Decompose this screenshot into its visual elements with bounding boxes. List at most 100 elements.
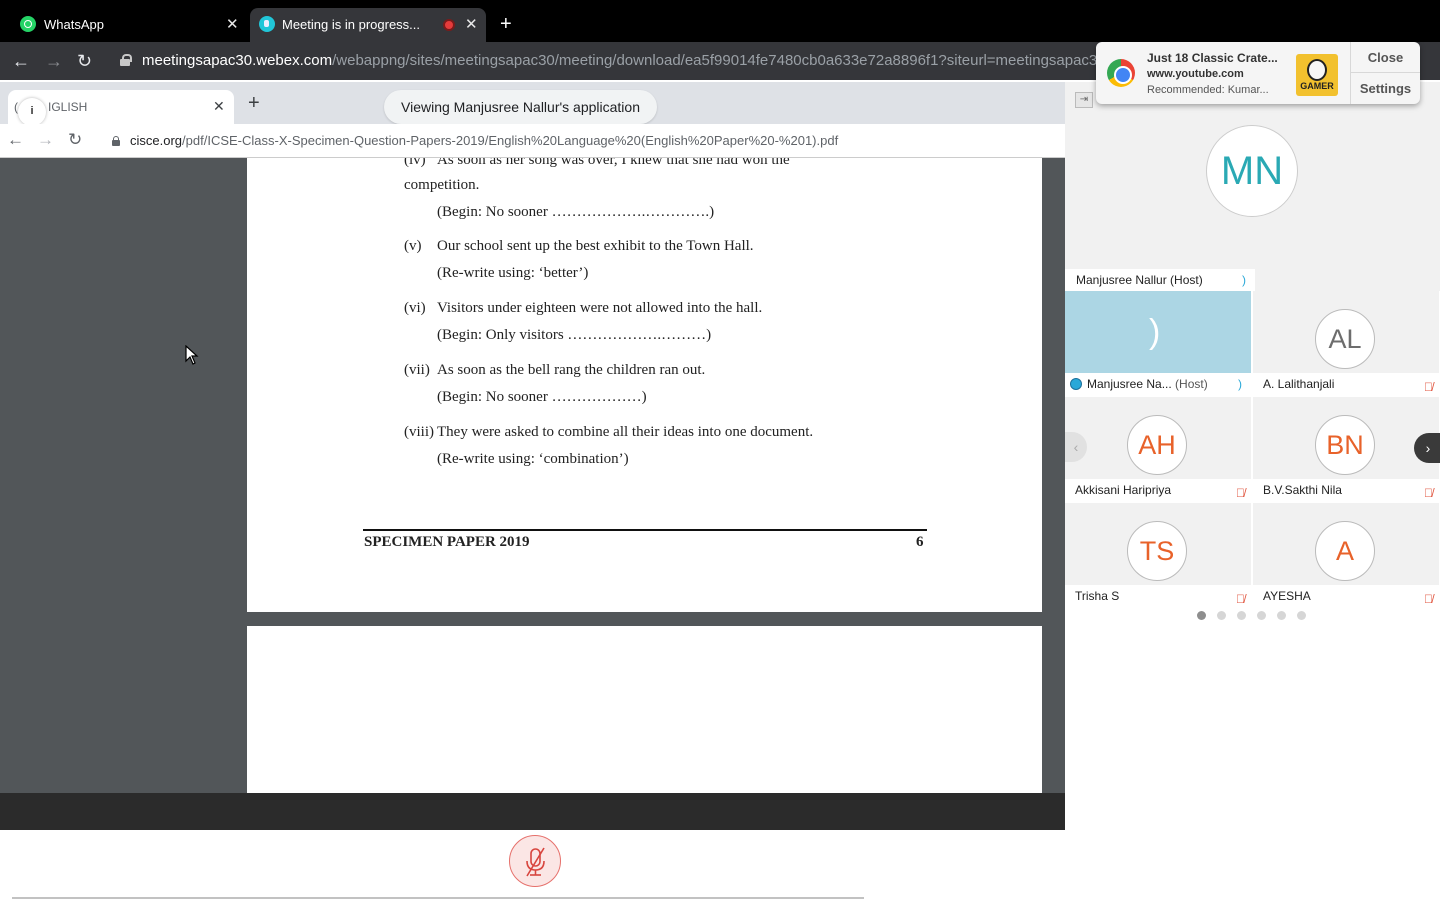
active-speaker-tile[interactable]: MN Manjusree Nallur (Host) ) bbox=[1065, 82, 1440, 291]
question-number: (viii) bbox=[404, 424, 434, 440]
whatsapp-icon bbox=[20, 16, 36, 32]
participant-name-label: Trisha S bbox=[1075, 589, 1120, 603]
participant-name-label: AYESHA bbox=[1263, 589, 1311, 603]
tab-title: IGLISH bbox=[48, 100, 88, 114]
participant-name: Trisha S 🎙̸ bbox=[1065, 585, 1251, 607]
avatar: AH bbox=[1127, 415, 1187, 475]
page-dot[interactable] bbox=[1217, 611, 1226, 620]
shared-address-bar: cisce.org/pdf/ICSE-Class-X-Specimen-Ques… bbox=[130, 133, 838, 148]
question-instruction: (Re-write using: ‘better’) bbox=[437, 265, 589, 281]
question-text: Our school sent up the best exhibit to t… bbox=[437, 238, 754, 254]
page-number: 6 bbox=[916, 534, 924, 550]
webex-icon bbox=[259, 16, 275, 32]
address-bar[interactable]: meetingsapac30.webex.com/webappng/sites/… bbox=[142, 52, 1096, 69]
mic-muted-icon: 🎙̸ bbox=[1424, 486, 1433, 500]
participant-name-label: Manjusree Na... bbox=[1087, 377, 1172, 391]
participant-tile[interactable]: AH Akkisani Haripriya 🎙̸ bbox=[1065, 397, 1251, 501]
tab-whatsapp[interactable]: WhatsApp ✕ bbox=[8, 8, 246, 42]
footer-title: SPECIMEN PAPER 2019 bbox=[364, 534, 530, 550]
page-dot[interactable] bbox=[1297, 611, 1306, 620]
url-path: /pdf/ICSE-Class-X-Specimen-Question-Pape… bbox=[182, 133, 839, 148]
question-instruction: (Begin: Only visitors ……………….………) bbox=[437, 327, 712, 343]
meeting-controls bbox=[0, 830, 1065, 900]
pdf-page bbox=[247, 626, 1042, 796]
mic-muted-icon bbox=[526, 847, 545, 877]
avatar: MN bbox=[1206, 125, 1298, 217]
url-host: meetingsapac30.webex.com bbox=[142, 52, 333, 69]
info-icon: i bbox=[18, 98, 46, 126]
participant-tile[interactable]: BN B.V.Sakthi Nila 🎙̸ bbox=[1253, 397, 1439, 501]
question-number: (v) bbox=[404, 238, 422, 254]
close-tab-icon[interactable]: ✕ bbox=[465, 15, 478, 33]
question-number: (iv) bbox=[404, 158, 426, 168]
reload-icon: ↻ bbox=[68, 130, 83, 149]
question-instruction: (Begin: No sooner ………………) bbox=[437, 389, 647, 405]
url-host: cisce.org bbox=[130, 133, 183, 148]
reload-icon[interactable]: ↻ bbox=[77, 51, 92, 72]
page-dot[interactable] bbox=[1277, 611, 1286, 620]
participant-name-label: Manjusree Nallur (Host) bbox=[1076, 273, 1203, 287]
tab-title: WhatsApp bbox=[44, 17, 104, 32]
participant-name: Manjusree Nallur (Host) ) bbox=[1065, 269, 1255, 291]
tab-title: Meeting is in progress... bbox=[282, 17, 421, 32]
mouse-cursor-icon bbox=[185, 345, 199, 365]
browser-notification: Just 18 Classic Crate... www.youtube.com… bbox=[1096, 42, 1420, 104]
mic-muted-icon: 🎙̸ bbox=[1236, 486, 1245, 500]
notification-title: Just 18 Classic Crate... bbox=[1147, 51, 1278, 65]
forward-arrow-icon[interactable]: → bbox=[45, 51, 63, 72]
participant-tile[interactable]: AL A. Lalithanjali 🎙̸ bbox=[1253, 291, 1439, 395]
collapse-panel-icon[interactable]: ⇥ bbox=[1075, 92, 1093, 108]
settings-button[interactable]: Settings bbox=[1351, 73, 1420, 104]
page-indicator bbox=[1197, 611, 1306, 620]
browser-tab-bar: WhatsApp ✕ Meeting is in progress... ✕ + bbox=[0, 0, 1440, 46]
pdf-page: (iv) As soon as her song was over, I kne… bbox=[247, 158, 1042, 612]
gamer-logo-icon bbox=[1307, 59, 1327, 81]
participant-name: Akkisani Haripriya 🎙̸ bbox=[1065, 479, 1251, 501]
new-tab-icon[interactable]: + bbox=[500, 13, 512, 36]
participant-tile[interactable]: TS Trisha S 🎙̸ bbox=[1065, 503, 1251, 607]
status-dot-icon bbox=[1070, 378, 1082, 390]
question-text: Visitors under eighteen were not allowed… bbox=[437, 300, 763, 316]
divider bbox=[12, 897, 864, 899]
shared-screen: ( IGLISH ✕ i + Viewing Manjusree Nallur'… bbox=[0, 82, 1065, 830]
forward-arrow-icon: → bbox=[37, 130, 54, 149]
recording-icon bbox=[443, 19, 455, 31]
question-instruction: (Re-write using: ‘combination’) bbox=[437, 451, 629, 467]
notification-site: www.youtube.com bbox=[1147, 68, 1244, 80]
host-label: (Host) bbox=[1175, 377, 1208, 391]
participant-panel: MN Manjusree Nallur (Host) ) ⇥ ) Manjusr… bbox=[1065, 82, 1440, 900]
shared-status-bar bbox=[0, 793, 1065, 830]
mic-muted-icon: 🎙̸ bbox=[1424, 592, 1433, 606]
page-dot[interactable] bbox=[1257, 611, 1266, 620]
mic-muted-icon: 🎙̸ bbox=[1236, 592, 1245, 606]
question-instruction: (Begin: No sooner ……………….………….) bbox=[437, 204, 715, 220]
participant-name: A. Lalithanjali 🎙̸ bbox=[1253, 373, 1439, 395]
footer-rule bbox=[363, 529, 927, 531]
close-tab-icon: ✕ bbox=[213, 98, 225, 114]
question-number: (vii) bbox=[404, 362, 430, 378]
page-dot[interactable] bbox=[1237, 611, 1246, 620]
url-path: /webappng/sites/meetingsapac30/meeting/d… bbox=[332, 52, 1096, 69]
avatar: TS bbox=[1127, 521, 1187, 581]
participant-name: AYESHA 🎙̸ bbox=[1253, 585, 1439, 607]
page-dot[interactable] bbox=[1197, 611, 1206, 620]
participant-tile[interactable]: A AYESHA 🎙̸ bbox=[1253, 503, 1439, 607]
participant-name-label: Akkisani Haripriya bbox=[1075, 483, 1172, 497]
close-tab-icon[interactable]: ✕ bbox=[226, 15, 239, 33]
notification-body: Recommended: Kumar... bbox=[1147, 84, 1269, 96]
lock-icon bbox=[120, 54, 132, 66]
back-arrow-icon[interactable]: ← bbox=[12, 51, 30, 72]
audio-signal-icon: ) bbox=[1242, 273, 1246, 287]
close-button[interactable]: Close bbox=[1351, 42, 1420, 73]
participant-name-label: B.V.Sakthi Nila bbox=[1263, 483, 1342, 497]
question-text: As soon as the bell rang the children ra… bbox=[437, 362, 706, 378]
participant-tile[interactable]: ) Manjusree Na... (Host) ) bbox=[1065, 291, 1251, 395]
unmute-button[interactable] bbox=[509, 835, 561, 887]
avatar: AL bbox=[1315, 309, 1375, 369]
next-page-button[interactable]: › bbox=[1414, 433, 1440, 463]
tab-meeting[interactable]: Meeting is in progress... ✕ bbox=[250, 8, 486, 42]
lock-icon bbox=[112, 136, 120, 146]
question-text: As soon as her song was over, I knew tha… bbox=[437, 158, 790, 168]
shared-nav-bar: ← → ↻ cisce.org/pdf/ICSE-Class-X-Specime… bbox=[0, 124, 1065, 158]
thumbnail-label: GAMER bbox=[1300, 81, 1334, 91]
